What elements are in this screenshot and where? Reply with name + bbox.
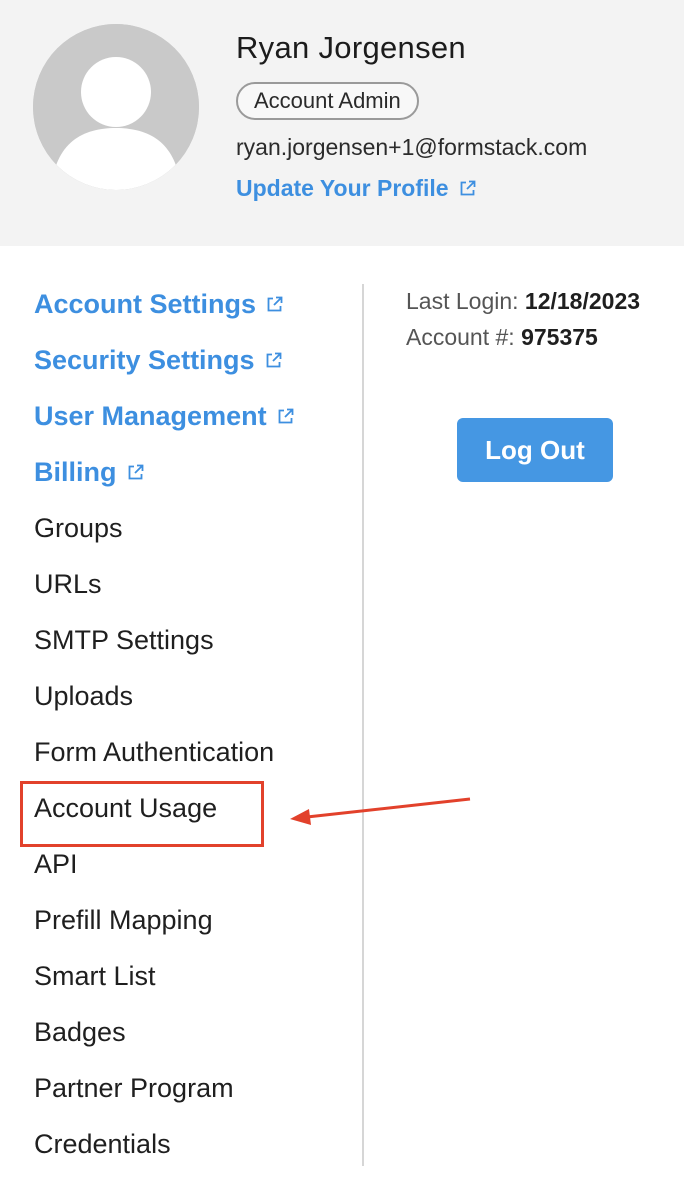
- nav-item-smtp-settings[interactable]: SMTP Settings: [34, 612, 344, 668]
- nav-item-label: Security Settings: [34, 344, 255, 375]
- nav-item-billing[interactable]: Billing: [34, 444, 344, 500]
- last-login-label: Last Login:: [406, 288, 519, 314]
- account-number-label: Account #:: [406, 324, 515, 350]
- external-link-icon: [265, 352, 282, 369]
- nav-item-credentials[interactable]: Credentials: [34, 1116, 344, 1172]
- nav-item-badges[interactable]: Badges: [34, 1004, 344, 1060]
- external-link-icon: [127, 464, 144, 481]
- profile-header: Ryan Jorgensen Account Admin ryan.jorgen…: [0, 0, 684, 246]
- nav-item-api[interactable]: API: [34, 836, 344, 892]
- nav-item-account-settings[interactable]: Account Settings: [34, 276, 344, 332]
- last-login: Last Login: 12/18/2023: [406, 288, 640, 315]
- user-email: ryan.jorgensen+1@formstack.com: [236, 134, 588, 160]
- column-divider: [362, 284, 364, 1166]
- role-badge: Account Admin: [236, 82, 419, 120]
- nav-item-urls[interactable]: URLs: [34, 556, 344, 612]
- account-nav: Account Settings Security Settings User …: [34, 276, 344, 1172]
- nav-item-groups[interactable]: Groups: [34, 500, 344, 556]
- account-number-value: 975375: [521, 324, 598, 350]
- nav-item-account-usage[interactable]: Account Usage: [34, 780, 344, 836]
- nav-item-uploads[interactable]: Uploads: [34, 668, 344, 724]
- nav-item-partner-program[interactable]: Partner Program: [34, 1060, 344, 1116]
- update-profile-link[interactable]: Update Your Profile: [236, 175, 476, 202]
- external-link-icon: [277, 408, 294, 425]
- update-profile-label: Update Your Profile: [236, 175, 449, 201]
- nav-item-smart-list[interactable]: Smart List: [34, 948, 344, 1004]
- nav-item-label: User Management: [34, 400, 267, 431]
- last-login-value: 12/18/2023: [524, 288, 641, 314]
- external-link-icon: [459, 180, 476, 197]
- nav-item-label: Account Settings: [34, 288, 257, 319]
- external-link-icon: [266, 296, 283, 313]
- nav-item-prefill-mapping[interactable]: Prefill Mapping: [34, 892, 344, 948]
- user-silhouette-icon: [33, 24, 199, 190]
- avatar: [33, 24, 199, 190]
- nav-item-security-settings[interactable]: Security Settings: [34, 332, 344, 388]
- account-number: Account #: 975375: [406, 324, 598, 351]
- nav-item-user-management[interactable]: User Management: [34, 388, 344, 444]
- logout-button[interactable]: Log Out: [457, 418, 613, 482]
- nav-item-form-authentication[interactable]: Form Authentication: [34, 724, 344, 780]
- user-name: Ryan Jorgensen: [236, 30, 466, 65]
- nav-item-label: Billing: [34, 456, 117, 487]
